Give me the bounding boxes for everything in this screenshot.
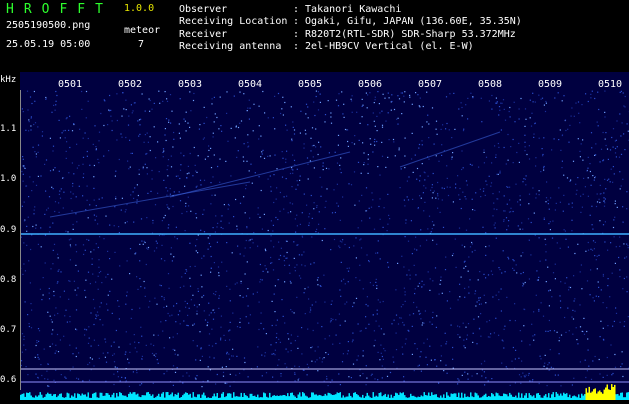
time-label: 0508 [478, 79, 502, 90]
info-value: : 2el-HB9CV Vertical (el. E-W) [293, 41, 474, 52]
noise-speckle [20, 91, 629, 388]
info-key: Receiving antenna [179, 41, 293, 53]
app-version: 1.0.0 [124, 3, 154, 14]
frequency-label: 0.9 [0, 225, 16, 235]
frequency-label: 1.1 [0, 124, 16, 134]
info-key: Receiving Location [179, 16, 293, 28]
time-label: 0509 [538, 79, 562, 90]
app-title: HROFFT [6, 2, 113, 17]
info-row-receiver: Receiver: R820T2(RTL-SDR) SDR-Sharp 53.3… [179, 29, 522, 41]
info-value: : Takanori Kawachi [293, 4, 401, 15]
info-row-location: Receiving Location: Ogaki, Gifu, JAPAN (… [179, 16, 522, 28]
time-label: 0506 [358, 79, 382, 90]
info-value: : Ogaki, Gifu, JAPAN (136.60E, 35.35N) [293, 16, 522, 27]
time-label: 0502 [118, 79, 142, 90]
frequency-label: 1.0 [0, 174, 16, 184]
datetime: 25.05.19 05:00 [6, 39, 90, 50]
unit-label: kHz [0, 75, 16, 85]
frequency-axis [20, 90, 21, 390]
meteor-streak [50, 182, 250, 217]
file-name: 2505190500.png [6, 20, 90, 31]
noise-floor-bar [20, 384, 629, 400]
info-row-observer: Observer: Takanori Kawachi [179, 4, 522, 16]
time-label: 0507 [418, 79, 442, 90]
info-row-antenna: Receiving antenna: 2el-HB9CV Vertical (e… [179, 41, 522, 53]
meteor-count: 7 [138, 39, 144, 50]
info-key: Observer [179, 4, 293, 16]
frequency-label: 0.8 [0, 275, 16, 285]
info-value: : R820T2(RTL-SDR) SDR-Sharp 53.372MHz [293, 29, 516, 40]
time-label: 0505 [298, 79, 322, 90]
time-label: 0501 [58, 79, 82, 90]
meteor-streak [170, 152, 350, 197]
spectrogram-canvas [20, 72, 629, 400]
meteor-streak [400, 132, 500, 167]
frequency-label: 0.7 [0, 325, 16, 335]
time-label: 0503 [178, 79, 202, 90]
time-label: 0504 [238, 79, 262, 90]
header-panel: HROFFT 1.0.0 2505190500.png meteor 25.05… [0, 0, 629, 72]
meteor-label: meteor [124, 25, 160, 36]
spectrogram [20, 72, 629, 400]
station-info: Observer: Takanori Kawachi Receiving Loc… [179, 4, 522, 54]
info-key: Receiver [179, 29, 293, 41]
time-label: 0510 [598, 79, 622, 90]
frequency-label: 0.6 [0, 375, 16, 385]
